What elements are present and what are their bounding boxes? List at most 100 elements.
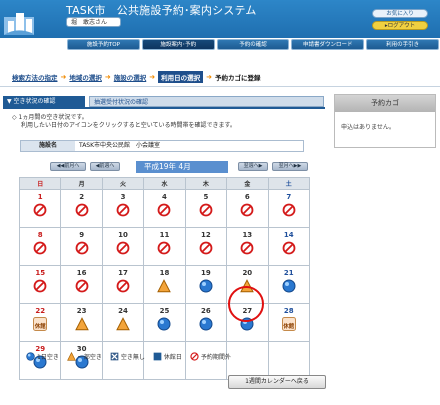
calendar-day-1: 1 xyxy=(18,189,62,228)
current-month: 平成19年 4月 xyxy=(136,161,228,173)
day-number: 6 xyxy=(244,193,250,201)
main-nav: 施設予約TOP 施設案内･予約 予約の確認 申請書ダウンロード 利用の手引き xyxy=(66,38,440,51)
out-of-period-icon xyxy=(190,352,199,361)
legend-closed: 休館日 xyxy=(153,352,182,361)
prev-month-button[interactable]: ◀◀前月へ xyxy=(50,162,86,171)
calendar-day-21[interactable]: 21 xyxy=(267,265,311,304)
tab-availability[interactable]: ▼ 空き状況の確認 xyxy=(3,96,85,107)
arrow-icon: ➜ xyxy=(149,73,156,81)
logout-button[interactable]: ▸ログアウト xyxy=(372,21,428,30)
calendar-day-14: 14 xyxy=(267,227,311,266)
day-number: 17 xyxy=(118,269,128,277)
day-number: 21 xyxy=(283,269,294,277)
note-line-1: 1ヵ月間の空き状況です。 xyxy=(18,114,88,121)
calendar-day-23[interactable]: 23 xyxy=(60,303,103,342)
instruction-text: ◇ 1ヵ月間の空き状況です。 利用したい日付のアイコンをクリックすると空いている… xyxy=(12,114,322,130)
out-of-period-icon xyxy=(20,279,60,293)
calendar-week: 1 2 3 4 5 6 7 xyxy=(18,189,311,228)
day-number: 24 xyxy=(118,307,128,315)
partial-icon[interactable] xyxy=(103,317,143,331)
diamond-icon: ◇ xyxy=(12,114,17,121)
calendar-day-26[interactable]: 26 xyxy=(184,303,228,342)
legend-partial: 一部空き xyxy=(66,352,102,361)
legend-out: 予約期間外 xyxy=(190,352,231,361)
tab-arrow-icon: ▼ xyxy=(7,98,12,105)
calendar-day-25[interactable]: 25 xyxy=(143,303,186,342)
back-to-week-calendar-button[interactable]: 1週間カレンダーへ戻る xyxy=(228,375,326,389)
crumb-search-method[interactable]: 検索方法の指定 xyxy=(12,72,58,82)
arrow-icon: ➜ xyxy=(60,73,67,81)
facility-label: 施設名 xyxy=(21,141,75,151)
out-of-period-icon xyxy=(269,203,309,217)
nav-item-guide[interactable]: 利用の手引き xyxy=(366,39,439,50)
day-number: 11 xyxy=(159,231,170,239)
divider xyxy=(0,86,440,87)
note-line-2: 利用したい日付のアイコンをクリックすると空いている時間帯を確認できます。 xyxy=(21,122,236,129)
out-of-period-icon xyxy=(227,241,267,255)
nav-item-facility[interactable]: 施設案内･予約 xyxy=(141,39,215,50)
month-navigation: ◀◀前月へ ◀前週へ 平成19年 4月 翌週へ▶ 翌月へ▶▶ xyxy=(50,161,310,173)
nav-item-top[interactable]: 施設予約TOP xyxy=(67,39,140,50)
crumb-cart: 予約カゴに登録 xyxy=(215,74,261,82)
day-number: 22 xyxy=(35,307,46,315)
calendar-day-12: 12 xyxy=(184,227,228,266)
tab-application[interactable]: 抽選受付状況の確認 xyxy=(89,96,324,107)
calendar-week: 22 休館 23 24 25 26 27 28 休館 xyxy=(18,303,311,342)
partial-icon[interactable] xyxy=(61,317,101,331)
city-logo-icon xyxy=(4,13,34,35)
user-name: 堀 敢志さん xyxy=(66,17,121,27)
cart-message: 申込はありません。 xyxy=(341,124,395,131)
cart-title: 予約カゴ xyxy=(335,95,435,112)
favorites-button[interactable]: お気に入り xyxy=(372,9,428,18)
free-icon[interactable] xyxy=(186,317,226,331)
out-of-period-icon xyxy=(20,203,60,217)
calendar-week: 15 16 17 18 19 20 21 xyxy=(18,265,311,304)
out-of-period-icon xyxy=(144,203,184,217)
day-number: 1 xyxy=(37,193,43,201)
facility-row: 施設名 TASK市中央公民館 小会議室 xyxy=(20,140,304,152)
weekday-sun: 日 xyxy=(18,177,62,190)
calendar-day-19[interactable]: 19 xyxy=(184,265,228,304)
next-month-button[interactable]: 翌月へ▶▶ xyxy=(272,162,308,171)
out-of-period-icon xyxy=(61,203,101,217)
closed-label: 休館 xyxy=(34,324,46,330)
arrow-icon: ➜ xyxy=(206,73,212,81)
day-number: 4 xyxy=(162,193,167,201)
calendar-day-24[interactable]: 24 xyxy=(101,303,145,342)
weekday-wed: 水 xyxy=(143,177,186,190)
nav-item-confirm[interactable]: 予約の確認 xyxy=(216,39,290,50)
crumb-area[interactable]: 地域の選択 xyxy=(69,72,102,82)
weekday-thu: 木 xyxy=(184,177,228,190)
free-icon[interactable] xyxy=(269,279,309,293)
free-icon[interactable] xyxy=(144,317,184,331)
calendar-day-11: 11 xyxy=(143,227,186,266)
prev-week-button[interactable]: ◀前週へ xyxy=(90,162,120,171)
partial-icon[interactable] xyxy=(144,279,184,293)
tab-availability-label: 空き状況の確認 xyxy=(13,98,56,105)
day-number: 7 xyxy=(286,193,292,201)
calendar-day-13: 13 xyxy=(226,227,269,266)
calendar-day-10: 10 xyxy=(101,227,145,266)
weekday-fri: 金 xyxy=(226,177,269,190)
closed-icon: 休館 xyxy=(269,317,309,331)
free-icon[interactable] xyxy=(186,279,226,293)
nav-item-download[interactable]: 申請書ダウンロード xyxy=(291,39,365,50)
partial-icon xyxy=(66,352,76,361)
calendar-day-5: 5 xyxy=(184,189,228,228)
logout-label: ログアウト xyxy=(387,23,416,29)
next-week-button[interactable]: 翌週へ▶ xyxy=(238,162,268,171)
crumb-facility[interactable]: 施設の選択 xyxy=(114,72,147,82)
tab-application-label: 抽選受付状況の確認 xyxy=(94,99,149,106)
closed-label: 休館 xyxy=(283,324,295,330)
reservation-cart: 予約カゴ 申込はありません。 xyxy=(334,94,436,148)
out-of-period-icon xyxy=(227,203,267,217)
out-of-period-icon xyxy=(61,279,101,293)
out-of-period-icon xyxy=(103,203,143,217)
calendar-day-18[interactable]: 18 xyxy=(143,265,186,304)
out-of-period-icon xyxy=(186,203,226,217)
day-number: 14 xyxy=(283,231,294,239)
out-of-period-icon xyxy=(144,241,184,255)
day-number: 23 xyxy=(76,307,87,315)
weekday-mon: 月 xyxy=(60,177,103,190)
free-icon xyxy=(26,352,35,361)
